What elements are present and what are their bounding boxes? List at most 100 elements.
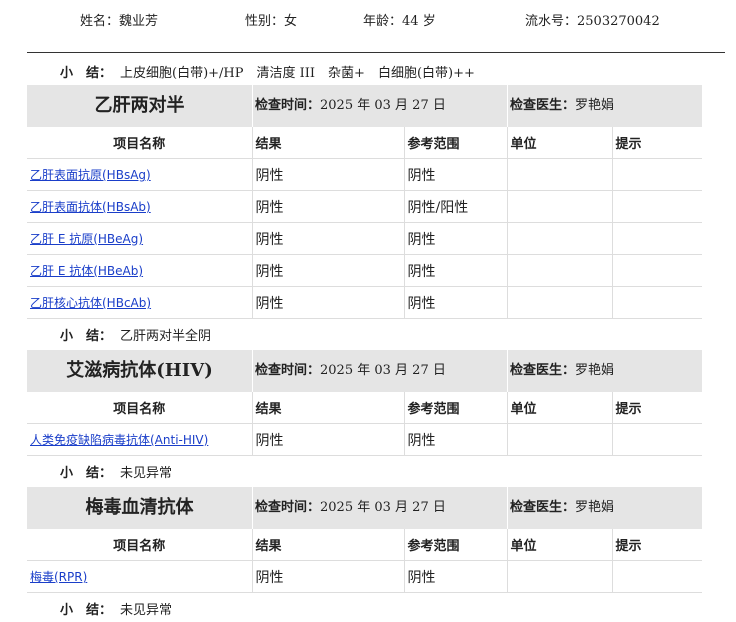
section-hbv: 乙肝两对半 检查时间：2025 年 03 月 27 日 检查医生：罗艳娟项目名称 结果… <box>27 85 702 344</box>
top-summary: 小 结： 上皮细胞(白带)+/HP 清洁度 III 杂菌+ 白细胞(白带)++ <box>60 62 475 81</box>
exam-time: 检查时间：2025 年 03 月 27 日 <box>255 500 446 515</box>
results-table: 项目名称 结果 参考范围 单位 提示 乙肝表面抗原(HBsAg) 阴性 阴性 乙肝表面抗体(HB… <box>27 127 702 319</box>
column-header: 参考范围 <box>404 127 508 159</box>
table-header-row: 项目名称 结果 参考范围 单位 提示 <box>27 127 702 159</box>
hint-cell <box>612 190 702 223</box>
column-header: 单位 <box>507 529 613 561</box>
summary-label: 小 结： <box>60 603 113 618</box>
section-title: 艾滋病抗体(HIV) <box>66 360 213 381</box>
item-name-link[interactable]: 人类免疫缺陷病毒抗体(Anti-HIV) <box>30 433 208 447</box>
column-header: 提示 <box>612 127 702 159</box>
header-divider-line <box>507 350 508 392</box>
summary-text: 上皮细胞(白带)+/HP 清洁度 III 杂菌+ 白细胞(白带)++ <box>120 66 475 81</box>
item-name-cell: 乙肝表面抗体(HBsAb) <box>27 190 253 223</box>
result-cell: 阴性 <box>252 423 405 456</box>
patient-age: 44 岁 <box>402 14 436 29</box>
reference-range-cell: 阴性 <box>404 423 508 456</box>
item-name-cell: 乙肝核心抗体(HBcAb) <box>27 286 253 319</box>
table-row: 乙肝 E 抗体(HBeAb) 阴性 阴性 <box>27 254 702 287</box>
section-header: 艾滋病抗体(HIV) 检查时间：2025 年 03 月 27 日 检查医生：罗艳娟 <box>27 350 702 392</box>
table-row: 人类免疫缺陷病毒抗体(Anti-HIV) 阴性 阴性 <box>27 423 702 456</box>
hint-cell <box>612 158 702 191</box>
hint-cell <box>612 423 702 456</box>
table-header-row: 项目名称 结果 参考范围 单位 提示 <box>27 529 702 561</box>
result-cell: 阴性 <box>252 190 405 223</box>
column-header: 单位 <box>507 127 613 159</box>
column-header: 项目名称 <box>27 392 253 424</box>
patient-gender: 女 <box>284 14 298 29</box>
exam-doctor: 检查医生：罗艳娟 <box>510 98 615 113</box>
header-divider-line <box>507 487 508 529</box>
section-header: 梅毒血清抗体 检查时间：2025 年 03 月 27 日 检查医生：罗艳娟 <box>27 487 702 529</box>
item-name-cell: 乙肝 E 抗体(HBeAb) <box>27 254 253 287</box>
serial-number: 2503270042 <box>577 14 660 29</box>
unit-cell <box>507 286 613 319</box>
summary-label: 小 结： <box>60 66 113 81</box>
unit-cell <box>507 222 613 255</box>
section-title: 梅毒血清抗体 <box>85 497 194 518</box>
table-row: 梅毒(RPR) 阴性 阴性 <box>27 560 702 593</box>
reference-range-cell: 阴性 <box>404 286 508 319</box>
patient-name: 魏业芳 <box>119 14 159 29</box>
unit-cell <box>507 158 613 191</box>
unit-cell <box>507 560 613 593</box>
summary-text: 乙肝两对半全阴 <box>120 329 212 344</box>
table-header-row: 项目名称 结果 参考范围 单位 提示 <box>27 392 702 424</box>
section-header: 乙肝两对半 检查时间：2025 年 03 月 27 日 检查医生：罗艳娟 <box>27 85 702 127</box>
result-cell: 阴性 <box>252 254 405 287</box>
column-header: 参考范围 <box>404 529 508 561</box>
unit-cell <box>507 254 613 287</box>
section-summary: 小 结： 未见异常 <box>27 593 702 618</box>
result-cell: 阴性 <box>252 158 405 191</box>
hint-cell <box>612 254 702 287</box>
item-name-link[interactable]: 乙肝 E 抗原(HBeAg) <box>30 232 143 246</box>
table-row: 乙肝表面抗体(HBsAb) 阴性 阴性/阳性 <box>27 190 702 223</box>
item-name-link[interactable]: 乙肝 E 抗体(HBeAb) <box>30 264 143 278</box>
column-header: 提示 <box>612 392 702 424</box>
patient-name-field: 姓名：魏业芳 <box>80 14 159 29</box>
table-row: 乙肝表面抗原(HBsAg) 阴性 阴性 <box>27 158 702 191</box>
section-summary: 小 结： 未见异常 <box>27 456 702 481</box>
exam-doctor: 检查医生：罗艳娟 <box>510 500 615 515</box>
summary-label: 小 结： <box>60 329 113 344</box>
result-cell: 阴性 <box>252 560 405 593</box>
item-name-link[interactable]: 乙肝表面抗体(HBsAb) <box>30 200 151 214</box>
column-header: 结果 <box>252 392 405 424</box>
column-header: 项目名称 <box>27 529 253 561</box>
section-hiv: 艾滋病抗体(HIV) 检查时间：2025 年 03 月 27 日 检查医生：罗艳娟项… <box>27 350 702 481</box>
item-name-link[interactable]: 梅毒(RPR) <box>30 570 87 584</box>
item-name-cell: 乙肝表面抗原(HBsAg) <box>27 158 253 191</box>
summary-label: 小 结： <box>60 466 113 481</box>
item-name-link[interactable]: 乙肝核心抗体(HBcAb) <box>30 296 151 310</box>
table-row: 乙肝核心抗体(HBcAb) 阴性 阴性 <box>27 286 702 319</box>
reference-range-cell: 阴性 <box>404 560 508 593</box>
section-title: 乙肝两对半 <box>94 95 185 116</box>
results-table: 项目名称 结果 参考范围 单位 提示梅毒(RPR) 阴性 阴性 <box>27 529 702 593</box>
item-name-link[interactable]: 乙肝表面抗原(HBsAg) <box>30 168 151 182</box>
hint-cell <box>612 222 702 255</box>
column-header: 结果 <box>252 529 405 561</box>
exam-doctor: 检查医生：罗艳娟 <box>510 363 615 378</box>
hint-cell <box>612 560 702 593</box>
hint-cell <box>612 286 702 319</box>
result-cell: 阴性 <box>252 222 405 255</box>
item-name-cell: 人类免疫缺陷病毒抗体(Anti-HIV) <box>27 423 253 456</box>
header-divider-line <box>252 350 253 392</box>
reference-range-cell: 阴性 <box>404 158 508 191</box>
result-cell: 阴性 <box>252 286 405 319</box>
exam-time: 检查时间：2025 年 03 月 27 日 <box>255 98 446 113</box>
serial-number-field: 流水号：2503270042 <box>525 14 660 29</box>
patient-gender-field: 性别：女 <box>245 14 298 29</box>
unit-cell <box>507 190 613 223</box>
item-name-cell: 梅毒(RPR) <box>27 560 253 593</box>
table-row: 乙肝 E 抗原(HBeAg) 阴性 阴性 <box>27 222 702 255</box>
reference-range-cell: 阴性 <box>404 254 508 287</box>
patient-age-field: 年龄：44 岁 <box>363 14 436 29</box>
column-header: 单位 <box>507 392 613 424</box>
header-divider <box>27 52 725 53</box>
item-name-cell: 乙肝 E 抗原(HBeAg) <box>27 222 253 255</box>
column-header: 提示 <box>612 529 702 561</box>
reference-range-cell: 阴性/阳性 <box>404 190 508 223</box>
unit-cell <box>507 423 613 456</box>
header-divider-line <box>252 487 253 529</box>
